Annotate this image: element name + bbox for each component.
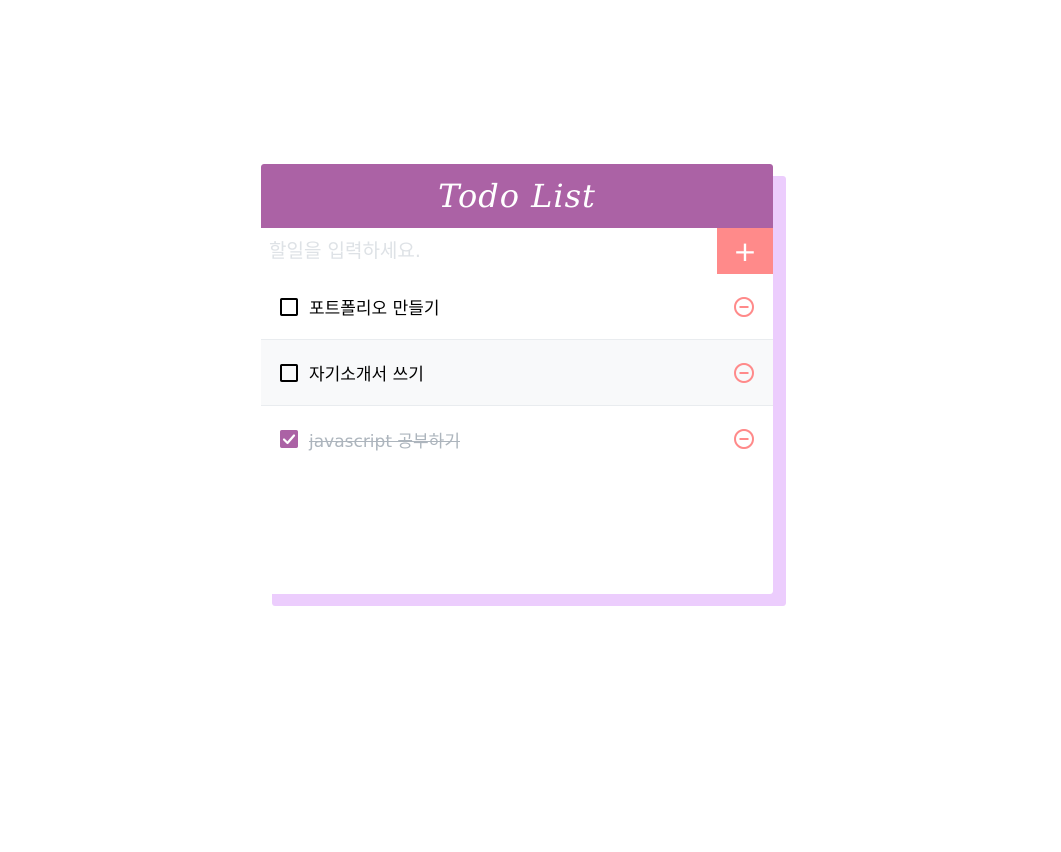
todo-item: 포트폴리오 만들기	[261, 274, 773, 340]
minus-circle-icon	[734, 296, 754, 317]
todo-text: 자기소개서 쓰기	[309, 365, 424, 385]
todo-item: 자기소개서 쓰기	[261, 340, 773, 406]
todo-item: javascript 공부하기	[261, 406, 773, 472]
checkmark-icon	[282, 434, 296, 445]
todo-text: 포트폴리오 만들기	[309, 299, 440, 319]
remove-button[interactable]	[733, 428, 755, 450]
add-button[interactable]: +	[717, 228, 773, 274]
remove-button[interactable]	[733, 296, 755, 318]
todo-checkbox[interactable]	[280, 430, 298, 448]
remove-button[interactable]	[733, 362, 755, 384]
minus-circle-icon	[734, 429, 754, 449]
todo-checkbox[interactable]	[280, 297, 298, 316]
todo-checkbox[interactable]	[280, 363, 298, 382]
todo-list: 포트폴리오 만들기 자기소개서 쓰기 javascript 공부하기	[261, 274, 773, 472]
card-header: Todo List	[261, 164, 773, 228]
todo-card: Todo List + 포트폴리오 만들기 자기소개서	[261, 164, 773, 594]
app-title: Todo List	[438, 177, 596, 215]
minus-circle-icon	[734, 362, 754, 383]
todo-form: +	[261, 228, 773, 274]
todo-input[interactable]	[261, 228, 717, 274]
plus-icon: +	[733, 234, 757, 268]
page: Todo List + 포트폴리오 만들기 자기소개서	[0, 0, 1061, 852]
todo-text: javascript 공부하기	[309, 431, 460, 452]
